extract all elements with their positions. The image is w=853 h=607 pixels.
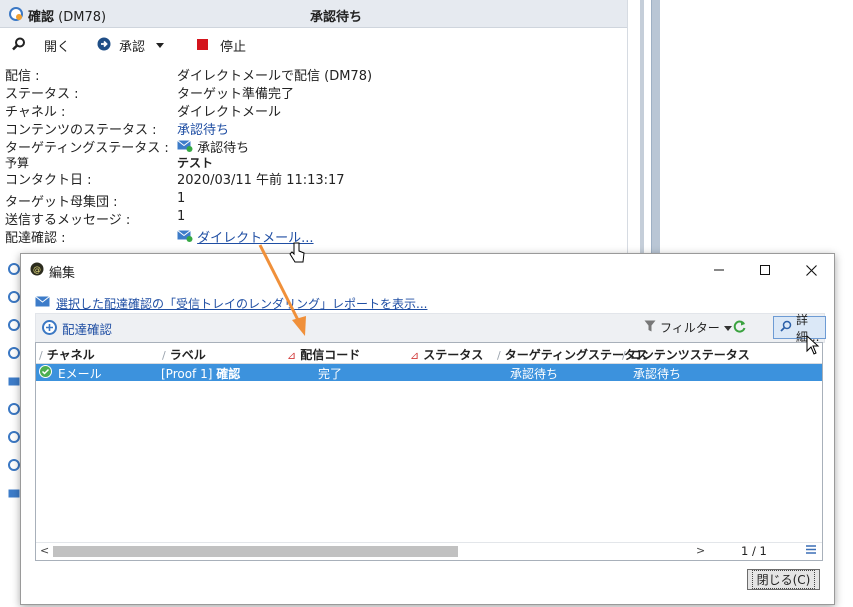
table-row[interactable]: Eメール [Proof 1] 確認 完了 承認待ち 承認待ち: [36, 364, 822, 381]
dropdown-arrow-icon[interactable]: [155, 38, 165, 53]
dialog-title: 編集: [49, 266, 76, 281]
horizontal-scrollbar[interactable]: < > 1 / 1: [36, 542, 822, 560]
open-button[interactable]: 開く: [12, 36, 70, 55]
proof-icon: [8, 403, 20, 418]
minimize-button[interactable]: [696, 254, 742, 286]
vertical-scrollbar[interactable]: [651, 0, 660, 256]
svg-text:@: @: [33, 265, 41, 274]
column-delivery-code[interactable]: ⊿ 配信コード: [287, 346, 360, 363]
proof-icon: [9, 7, 23, 24]
dropdown-arrow-icon: [723, 321, 732, 335]
stop-icon: [197, 38, 208, 53]
pagination: 1 / 1: [741, 544, 767, 558]
pointer-cursor-icon: [806, 334, 820, 358]
maximize-button[interactable]: [742, 254, 788, 286]
proof-toolbar: 配達確認 フィルター 詳細...: [35, 313, 827, 344]
list-options-icon[interactable]: [806, 544, 816, 557]
close-window-button[interactable]: [788, 254, 834, 286]
proof-add-icon: [42, 319, 57, 338]
proof-icon: [8, 291, 20, 306]
column-content-status[interactable]: / コンテンツステータス: [622, 346, 750, 363]
proof-section-label: 配達確認: [42, 319, 112, 338]
scrollbar-thumb[interactable]: [53, 546, 458, 557]
mail-report-icon: [35, 296, 51, 311]
funnel-icon: [644, 320, 656, 335]
splitter[interactable]: [640, 0, 644, 256]
summary-title-bar: 確認 (DM78) 承認待ち: [0, 0, 627, 28]
filter-button[interactable]: フィルター: [644, 319, 732, 336]
search-icon: [780, 320, 792, 335]
column-channel[interactable]: / チャネル: [39, 346, 95, 363]
scroll-right-icon[interactable]: >: [696, 544, 705, 557]
column-status[interactable]: ⊿ ステータス: [410, 346, 483, 363]
close-button[interactable]: 閉じる(C): [747, 569, 820, 590]
proof-icon: [8, 263, 20, 278]
background-list-icons: [0, 255, 20, 505]
arrow-right-circle-icon: [97, 37, 111, 54]
stop-button[interactable]: 停止: [197, 36, 246, 55]
summary-state: 承認待ち: [310, 10, 363, 25]
mail-icon: [8, 487, 20, 502]
proof-icon: [8, 347, 20, 362]
proof-list-grid: / チャネル / ラベル ⊿ 配信コード ⊿ ステータス / ターゲティングステータス /…: [35, 342, 823, 561]
summary-toolbar: 開く 承認 停止: [0, 32, 627, 56]
status-ok-icon: [39, 365, 52, 381]
approve-button[interactable]: 承認: [97, 36, 165, 55]
mail-icon: [8, 375, 20, 390]
rendering-report-link[interactable]: 選択した配達確認の「受信トレイのレンダリング」レポートを表示...: [35, 295, 427, 312]
dialog-title-bar[interactable]: @ 編集: [21, 254, 834, 286]
proof-icon: [8, 431, 20, 446]
search-icon: [12, 37, 26, 54]
mail-check-icon: [177, 230, 197, 246]
grid-header: / チャネル / ラベル ⊿ 配信コード ⊿ ステータス / ターゲティングステータス /…: [36, 343, 822, 364]
refresh-icon[interactable]: [732, 319, 747, 337]
scroll-left-icon[interactable]: <: [40, 544, 49, 557]
proof-icon: [8, 459, 20, 474]
summary-title: 確認 (DM78): [28, 10, 107, 25]
hand-cursor-icon: [289, 242, 305, 267]
column-label[interactable]: / ラベル: [162, 346, 206, 363]
app-icon: @: [30, 262, 44, 279]
proof-icon: [8, 319, 20, 334]
edit-dialog: @ 編集 選択した配達確認の「受信トレイのレンダリング」レポートを表示... 配…: [20, 253, 835, 605]
